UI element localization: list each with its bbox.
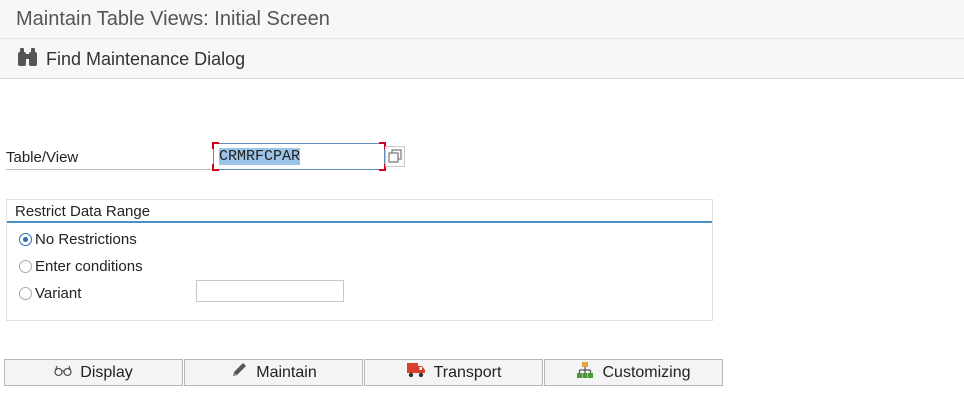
- pencil-icon: [230, 361, 248, 384]
- action-button-bar: Display Maintain Transport Customizing: [4, 359, 724, 386]
- radio-label: No Restrictions: [35, 230, 137, 248]
- variant-input[interactable]: [196, 280, 344, 302]
- radio-label: Enter conditions: [35, 257, 143, 275]
- page-title: Maintain Table Views: Initial Screen: [16, 8, 330, 30]
- group-title: Restrict Data Range: [15, 203, 151, 220]
- table-view-label: Table/View: [6, 149, 212, 170]
- maintain-label: Maintain: [256, 363, 317, 381]
- application-toolbar: Find Maintenance Dialog: [0, 39, 964, 79]
- table-view-field-wrapper: [212, 142, 386, 171]
- radio-label: Variant: [35, 284, 82, 302]
- radio-button[interactable]: [19, 286, 32, 300]
- required-marker: [212, 164, 219, 171]
- restrict-data-range-group: Restrict Data Range No Restrictions Ente…: [6, 199, 713, 321]
- transport-button[interactable]: Transport: [364, 359, 543, 386]
- maintain-button[interactable]: Maintain: [184, 359, 363, 386]
- customizing-label: Customizing: [602, 363, 691, 381]
- find-maintenance-dialog-label: Find Maintenance Dialog: [46, 48, 246, 69]
- value-help-button[interactable]: [385, 146, 405, 167]
- value-help-icon: [386, 149, 404, 170]
- title-bar: Maintain Table Views: Initial Screen: [0, 0, 964, 39]
- truck-icon: [406, 361, 426, 384]
- hierarchy-icon: [576, 361, 594, 384]
- radio-variant[interactable]: Variant: [19, 283, 81, 303]
- required-marker: [212, 142, 219, 149]
- radio-button[interactable]: [19, 232, 32, 246]
- display-button[interactable]: Display: [4, 359, 183, 386]
- glasses-icon: [54, 364, 72, 382]
- binoculars-icon: [17, 47, 38, 72]
- radio-enter-conditions[interactable]: Enter conditions: [19, 256, 143, 276]
- table-view-input[interactable]: [213, 143, 385, 170]
- group-header: Restrict Data Range: [7, 200, 712, 223]
- radio-button[interactable]: [19, 259, 32, 273]
- display-label: Display: [80, 363, 133, 381]
- radio-no-restrictions[interactable]: No Restrictions: [19, 229, 137, 249]
- find-maintenance-dialog-button[interactable]: Find Maintenance Dialog: [17, 47, 246, 72]
- transport-label: Transport: [433, 363, 502, 381]
- customizing-button[interactable]: Customizing: [544, 359, 723, 386]
